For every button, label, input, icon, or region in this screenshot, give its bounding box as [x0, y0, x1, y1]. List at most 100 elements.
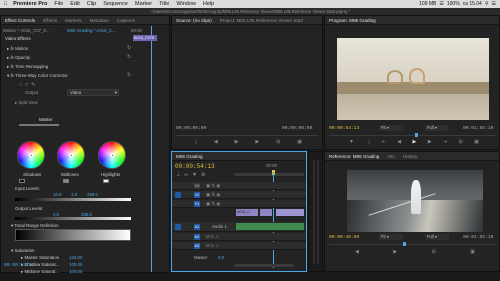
solo-icon[interactable]: S — [211, 243, 214, 248]
mark-in-icon[interactable]: 〈 — [192, 139, 197, 146]
input-level-gray[interactable]: 1.0 — [71, 192, 77, 197]
effect-time-remapping[interactable]: ▸ fx Time Remapping — [7, 64, 48, 70]
menu-edit[interactable]: Edit — [67, 1, 83, 7]
source-scrubber[interactable] — [176, 135, 318, 136]
highlights-wheel-handle[interactable] — [111, 154, 114, 157]
sync-icon[interactable]: ⇅ — [211, 192, 215, 197]
reference-playhead[interactable] — [403, 242, 406, 246]
clock[interactable]: ca 15.04 — [463, 1, 482, 7]
reference-quality-dropdown[interactable]: Full ▾ — [425, 234, 449, 240]
midtones-wheel-handle[interactable] — [70, 154, 73, 157]
step-back-icon[interactable]: ◀ — [397, 139, 401, 146]
tonal-range-graph[interactable] — [15, 229, 131, 241]
tab-info[interactable]: Info — [383, 154, 399, 159]
playhead-line[interactable] — [151, 26, 152, 272]
track-a2[interactable] — [172, 233, 306, 241]
settings-icon[interactable]: ⚙ — [201, 172, 205, 178]
output-levels-gradient[interactable] — [15, 217, 131, 220]
go-to-in-icon[interactable]: ⇤ — [382, 139, 386, 146]
program-scrubber[interactable] — [329, 135, 497, 136]
reset-icon[interactable]: ↻ — [127, 72, 131, 78]
lock-icon[interactable]: ▣ — [206, 183, 210, 188]
play-icon[interactable]: ▶ — [235, 139, 239, 146]
tab-effects[interactable]: Effects — [39, 18, 61, 23]
menu-marker[interactable]: Marker — [132, 1, 156, 7]
menu-window[interactable]: Window — [173, 1, 200, 7]
marker-icon[interactable]: ▼ — [349, 139, 354, 146]
source-patch-v1[interactable] — [175, 192, 181, 198]
eye-icon[interactable]: ◉ — [216, 192, 220, 197]
video-clip[interactable] — [276, 209, 304, 216]
track-label-v1[interactable]: V1 — [194, 201, 200, 207]
track-v3[interactable] — [172, 182, 306, 190]
track-v1[interactable] — [172, 200, 306, 208]
reference-timecode[interactable]: 00:00:48:09 — [329, 235, 359, 240]
add-marker-icon[interactable]: ▼ — [192, 172, 197, 178]
menu-clip[interactable]: Clip — [83, 1, 99, 7]
pen-mask-icon[interactable]: ✎ — [31, 82, 35, 88]
program-quality-dropdown[interactable]: Full ▾ — [425, 125, 449, 131]
timeline-ruler[interactable] — [234, 173, 304, 176]
saturation-section[interactable]: ▾ Saturation — [11, 248, 34, 254]
menu-sequence[interactable]: Sequence — [100, 1, 132, 7]
source-timecode-left[interactable]: 00;00;00;00 — [176, 126, 206, 131]
camera-icon[interactable]: ▣ — [297, 139, 302, 146]
play-icon[interactable]: ▶ — [413, 139, 417, 146]
track-v2[interactable] — [172, 191, 306, 199]
step-back-icon[interactable]: ◀ — [214, 139, 218, 146]
audio-clip[interactable] — [236, 223, 304, 230]
battery-status[interactable]: 100% — [447, 1, 460, 7]
tab-history[interactable]: History — [399, 154, 421, 159]
mute-icon[interactable]: M — [206, 243, 210, 248]
highlights-color-wheel[interactable] — [98, 141, 126, 169]
step-back-icon[interactable]: ◀ — [355, 249, 359, 255]
video-clip[interactable]: A016_C — [236, 209, 258, 216]
tab-m06-grading[interactable]: M06 Grading — [172, 154, 207, 159]
tab-program[interactable]: Program: M06 Grading — [325, 18, 380, 23]
rectangle-mask-icon[interactable]: □ — [25, 82, 28, 88]
gray-eyedropper-icon[interactable] — [63, 179, 69, 183]
master-clip-label[interactable]: Master * A016_C07_0... — [3, 28, 50, 33]
tab-source[interactable]: Source: (no clips) — [172, 18, 216, 23]
program-timecode[interactable]: 00:00:54:13 — [329, 126, 359, 131]
lock-icon[interactable]: ▣ — [206, 192, 210, 197]
effect-motion[interactable]: ▸ fx Motion — [7, 46, 28, 52]
reset-icon[interactable]: ↻ — [127, 45, 131, 51]
shadows-color-wheel[interactable] — [17, 141, 45, 169]
notification-icon[interactable]: ☰ — [492, 1, 496, 7]
effect-three-way[interactable]: ▾ fx Three-Way Color Corrector — [7, 73, 68, 79]
timeline-timecode[interactable]: 00:00:54:13 — [175, 163, 215, 170]
track-label-a2[interactable]: A2 — [194, 234, 200, 240]
track-label-v3[interactable]: V3 — [194, 183, 200, 189]
step-forward-icon[interactable]: ▶ — [393, 249, 397, 255]
menu-help[interactable]: Help — [199, 1, 217, 7]
video-clip[interactable] — [260, 209, 272, 216]
input-levels-gradient[interactable] — [15, 198, 131, 201]
track-label-v2[interactable]: V2 — [194, 192, 200, 198]
lift-icon[interactable]: ⊞ — [459, 139, 463, 146]
microphone-icon[interactable]: ♫ — [215, 243, 218, 248]
reference-scrubber[interactable] — [329, 244, 497, 245]
linked-selection-icon[interactable]: ∞ — [184, 172, 188, 178]
tab-metadata[interactable]: Metadata — [86, 18, 113, 23]
midtones-color-wheel[interactable] — [57, 141, 85, 169]
shadow-saturation-value[interactable]: 100.00 — [69, 262, 82, 267]
sync-icon[interactable]: ⇅ — [211, 201, 215, 206]
gang-icon[interactable]: ⊞ — [432, 249, 436, 255]
track-a3[interactable] — [172, 242, 306, 250]
step-forward-icon[interactable]: ▶ — [255, 139, 259, 146]
black-eyedropper-icon[interactable] — [19, 179, 25, 183]
reset-icon[interactable]: ↻ — [127, 54, 131, 60]
output-dropdown[interactable]: Video ▾ — [67, 89, 119, 96]
snap-icon[interactable]: ⊥ — [176, 172, 180, 178]
clip-chip[interactable]: A016_C075 — [133, 35, 157, 41]
solo-icon[interactable]: S — [211, 234, 214, 239]
insert-icon[interactable]: ⊞ — [276, 139, 280, 146]
tab-reference[interactable]: Reference: M06 Grading — [325, 154, 383, 159]
mute-icon[interactable]: M — [206, 234, 210, 239]
camera-icon[interactable]: ▣ — [470, 249, 475, 255]
tab-project[interactable]: Project: M06 L05 Reference Viewer Start — [216, 18, 307, 23]
track-label-a1[interactable]: A1 — [194, 224, 200, 230]
mark-in-icon[interactable]: 〈 — [365, 139, 370, 146]
menu-title[interactable]: Title — [156, 1, 173, 7]
